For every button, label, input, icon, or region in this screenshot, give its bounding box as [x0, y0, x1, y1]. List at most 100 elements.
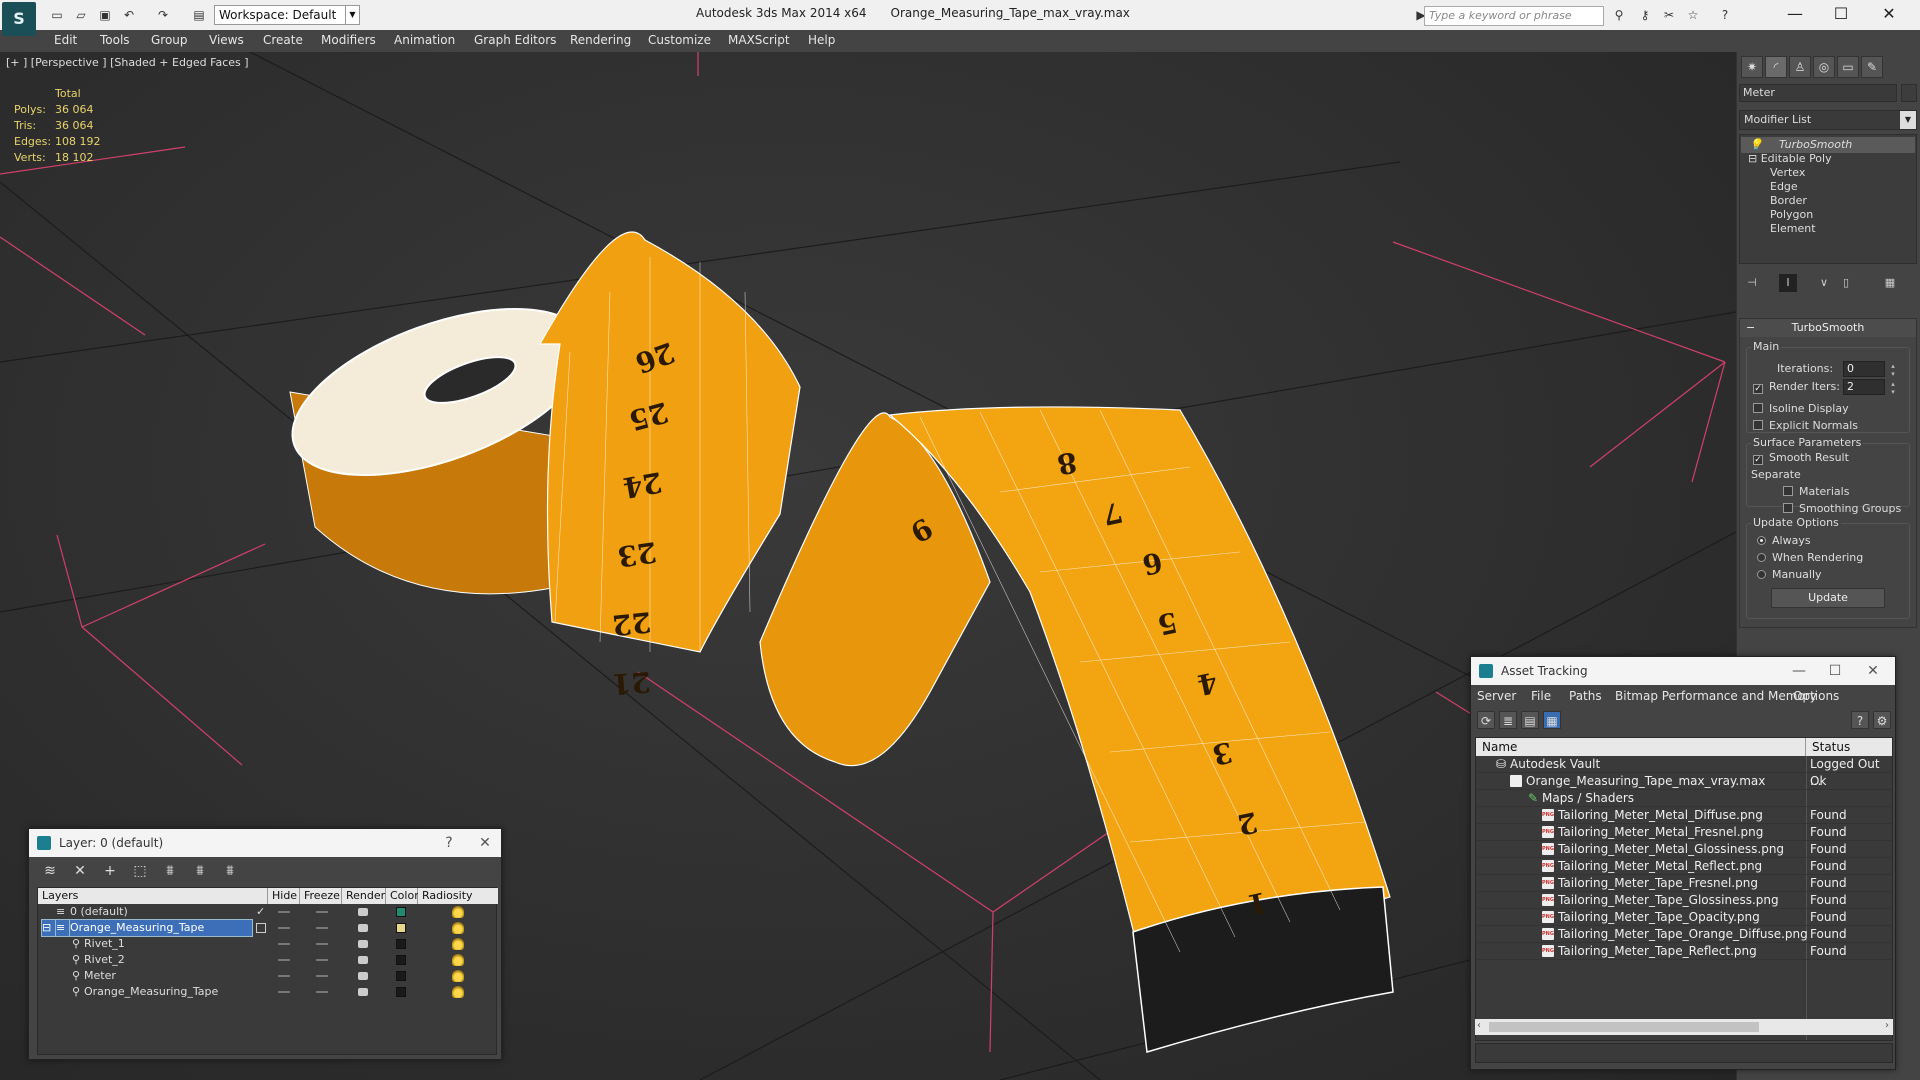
maximize-button[interactable]: ☐: [1817, 657, 1853, 685]
scrollbar-thumb[interactable]: [1489, 1022, 1759, 1032]
teapot-icon[interactable]: [358, 924, 368, 932]
table-row[interactable]: Tailoring_Meter_Metal_Diffuse.png Found: [1476, 807, 1892, 824]
update-button[interactable]: Update: [1771, 588, 1885, 608]
rollout-title[interactable]: − TurboSmooth: [1740, 319, 1916, 337]
column-header[interactable]: Status: [1806, 738, 1892, 756]
search-input[interactable]: Type a keyword or phrase: [1424, 6, 1604, 26]
undo-icon[interactable]: ↶: [120, 6, 138, 24]
show-end-result-icon[interactable]: I: [1779, 274, 1797, 292]
viewport-label[interactable]: [+ ] [Perspective ] [Shaded + Edged Face…: [6, 56, 249, 69]
menu-help[interactable]: Help: [808, 33, 835, 47]
menu-animation[interactable]: Animation: [394, 33, 455, 47]
layer-color-swatch[interactable]: [396, 955, 406, 965]
help-button[interactable]: ?: [431, 829, 467, 857]
layer-color-swatch[interactable]: [396, 971, 406, 981]
layer-color-swatch[interactable]: [396, 939, 406, 949]
subscription-icon[interactable]: ⚷: [1636, 6, 1654, 24]
menu-paths[interactable]: Paths: [1569, 689, 1602, 703]
column-header[interactable]: Color: [386, 888, 419, 904]
layer-name[interactable]: Orange_Measuring_Tape: [84, 984, 218, 1000]
table-row[interactable]: ⊟ ≡ Orange_Measuring_Tape: [38, 919, 498, 937]
object-color-swatch[interactable]: [1901, 84, 1917, 102]
radiosity-icon[interactable]: [452, 986, 464, 998]
menu-edit[interactable]: Edit: [54, 33, 77, 47]
freeze-toggle[interactable]: [316, 911, 328, 913]
smooth-result-checkbox[interactable]: ✓ Smooth Result: [1753, 451, 1849, 465]
save-icon[interactable]: ▣: [96, 6, 114, 24]
freeze-all-icon[interactable]: ⩩: [219, 862, 241, 880]
freeze-toggle[interactable]: [316, 927, 328, 929]
delete-icon[interactable]: ✕: [69, 862, 91, 880]
table-row[interactable]: ⛁ Autodesk Vault Logged Out ...: [1476, 756, 1892, 788]
help-icon[interactable]: ?: [1851, 711, 1869, 729]
add-icon[interactable]: +: [99, 862, 121, 880]
layer-color-swatch[interactable]: [396, 987, 406, 997]
layer-color-swatch[interactable]: [396, 907, 406, 917]
close-button[interactable]: ✕: [467, 829, 503, 857]
render-iters-spinner[interactable]: 2: [1843, 379, 1896, 396]
make-unique-icon[interactable]: ∨: [1815, 274, 1833, 292]
teapot-icon[interactable]: [358, 956, 368, 964]
teapot-icon[interactable]: [358, 908, 368, 916]
hide-toggle[interactable]: [278, 991, 290, 993]
layer-name[interactable]: Orange_Measuring_Tape: [69, 919, 253, 937]
pin-stack-icon[interactable]: ⊣: [1743, 274, 1761, 292]
object-name-field[interactable]: Meter: [1739, 84, 1897, 102]
iterations-spinner[interactable]: 0: [1843, 361, 1896, 378]
radiosity-icon[interactable]: [452, 938, 464, 950]
hide-toggle[interactable]: [278, 975, 290, 977]
list-view-icon[interactable]: ≣: [1499, 711, 1517, 729]
table-row[interactable]: ✎ Maps / Shaders: [1476, 790, 1892, 807]
open-file-icon[interactable]: ▱: [72, 6, 90, 24]
always-radio[interactable]: Always: [1757, 534, 1811, 548]
materials-checkbox[interactable]: Materials: [1783, 485, 1849, 499]
scroll-left-icon[interactable]: ‹: [1477, 1020, 1481, 1031]
column-header[interactable]: Radiosity: [418, 888, 498, 904]
scroll-right-icon[interactable]: ›: [1885, 1020, 1889, 1031]
hide-toggle[interactable]: [278, 927, 290, 929]
maximize-button[interactable]: ☐: [1818, 2, 1864, 26]
menu-modifiers[interactable]: Modifiers: [321, 33, 376, 47]
table-row[interactable]: ⚲ Meter: [38, 968, 498, 984]
menu-server[interactable]: Server: [1477, 689, 1516, 703]
close-button[interactable]: ✕: [1866, 2, 1912, 26]
table-row[interactable]: Tailoring_Meter_Metal_Glossiness.png Fou…: [1476, 841, 1892, 858]
communication-icon[interactable]: ✂: [1660, 6, 1678, 24]
menu-create[interactable]: Create: [263, 33, 303, 47]
menu-maxscript[interactable]: MAXScript: [728, 33, 790, 47]
minimize-button[interactable]: —: [1772, 2, 1818, 26]
when-rendering-radio[interactable]: When Rendering: [1757, 551, 1863, 565]
menu-group[interactable]: Group: [151, 33, 188, 47]
explicit-normals-checkbox[interactable]: Explicit Normals: [1753, 419, 1858, 433]
workspace-dropdown[interactable]: Workspace: Default ▼: [214, 5, 360, 25]
teapot-icon[interactable]: [358, 988, 368, 996]
teapot-icon[interactable]: [358, 972, 368, 980]
remove-modifier-icon[interactable]: ▯: [1837, 274, 1855, 292]
column-header[interactable]: Render: [342, 888, 386, 904]
motion-tab-icon[interactable]: ◎: [1813, 56, 1835, 78]
menu-bitmap-performance[interactable]: Bitmap Performance and Memory: [1615, 689, 1817, 703]
app-logo-icon[interactable]: S: [2, 2, 36, 36]
menu-graph-editors[interactable]: Graph Editors: [474, 33, 556, 47]
table-row[interactable]: Tailoring_Meter_Metal_Reflect.png Found: [1476, 858, 1892, 875]
help-icon[interactable]: ?: [1716, 6, 1734, 24]
column-header[interactable]: Hide: [268, 888, 300, 904]
isoline-display-checkbox[interactable]: Isoline Display: [1753, 402, 1849, 416]
redo-icon[interactable]: ↷: [154, 6, 172, 24]
freeze-toggle[interactable]: [316, 991, 328, 993]
teapot-icon[interactable]: [358, 940, 368, 948]
settings-icon[interactable]: ⚙: [1873, 711, 1891, 729]
expand-icon[interactable]: ⊟: [40, 919, 59, 937]
asset-path-field[interactable]: [1475, 1043, 1893, 1063]
active-layer-checkbox[interactable]: [256, 923, 266, 933]
radiosity-icon[interactable]: [452, 970, 464, 982]
layer-name[interactable]: Rivet_2: [84, 952, 125, 968]
display-tab-icon[interactable]: ▭: [1837, 56, 1859, 78]
modifier-list-dropdown[interactable]: Modifier List ▼: [1739, 110, 1917, 130]
menu-rendering[interactable]: Rendering: [570, 33, 631, 47]
create-tab-icon[interactable]: ✷: [1741, 56, 1763, 78]
project-folder-icon[interactable]: ▤: [190, 6, 208, 24]
binoculars-icon[interactable]: ⚲: [1610, 6, 1628, 24]
menu-views[interactable]: Views: [209, 33, 244, 47]
new-file-icon[interactable]: ▭: [48, 6, 66, 24]
